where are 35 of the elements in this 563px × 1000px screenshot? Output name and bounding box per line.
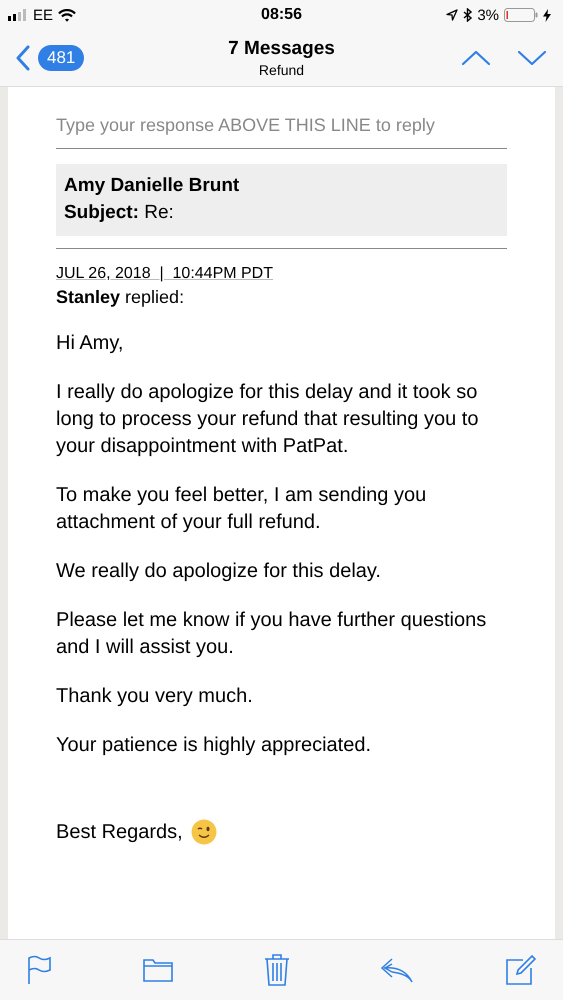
previous-message-icon[interactable] bbox=[461, 50, 491, 66]
trash-icon[interactable] bbox=[264, 953, 290, 987]
message-paragraph: We really do apologize for this delay. bbox=[56, 559, 382, 584]
nav-subtitle: Refund bbox=[258, 62, 304, 78]
reply-icon[interactable] bbox=[380, 956, 414, 984]
message-date: JUL 26, 2018 | 10:44PM PDT bbox=[56, 265, 274, 283]
closing-text: Best Regards, bbox=[56, 820, 183, 844]
battery-percent: 3% bbox=[477, 6, 499, 24]
sender-name: Amy Danielle Brunt bbox=[64, 174, 240, 198]
reply-hint: Type your response ABOVE THIS LINE to reply bbox=[56, 115, 436, 137]
signal-icon bbox=[8, 9, 28, 21]
next-message-icon[interactable] bbox=[517, 50, 547, 66]
subject-label: Subject: bbox=[64, 202, 139, 223]
wifi-icon bbox=[58, 8, 76, 22]
back-count-badge[interactable]: 481 bbox=[38, 45, 84, 71]
flag-icon[interactable] bbox=[26, 955, 52, 985]
message-paragraph: Thank you very much. bbox=[56, 684, 254, 709]
folder-icon[interactable] bbox=[142, 957, 173, 983]
message-paragraph: I really do apologize for this delay and it took so long to process your refund that resulting you to your disappointment with PatPat. bbox=[56, 380, 480, 459]
location-arrow-icon bbox=[446, 9, 458, 21]
winking-emoji-icon bbox=[190, 819, 217, 845]
bluetooth-icon bbox=[463, 8, 472, 22]
message-paragraph: To make you feel better, I am sending you attachment of your full refund. bbox=[56, 483, 428, 535]
message-paragraph: Hi Amy, bbox=[56, 331, 124, 356]
subject-value: Re: bbox=[144, 202, 174, 223]
carrier-name: EE bbox=[33, 6, 54, 24]
compose-icon[interactable] bbox=[505, 954, 537, 986]
nav-title: 7 Messages bbox=[228, 38, 335, 60]
message-paragraph: Please let me know if you have further questions and I will assist you. bbox=[56, 608, 488, 660]
replied-line: Stanley replied: bbox=[56, 287, 186, 308]
back-chevron-icon[interactable] bbox=[16, 45, 30, 71]
message-paragraph: Your patience is highly appreciated. bbox=[56, 733, 372, 758]
clock-time: 08:56 bbox=[261, 6, 302, 24]
battery-icon bbox=[504, 8, 538, 22]
charging-icon bbox=[543, 8, 551, 22]
